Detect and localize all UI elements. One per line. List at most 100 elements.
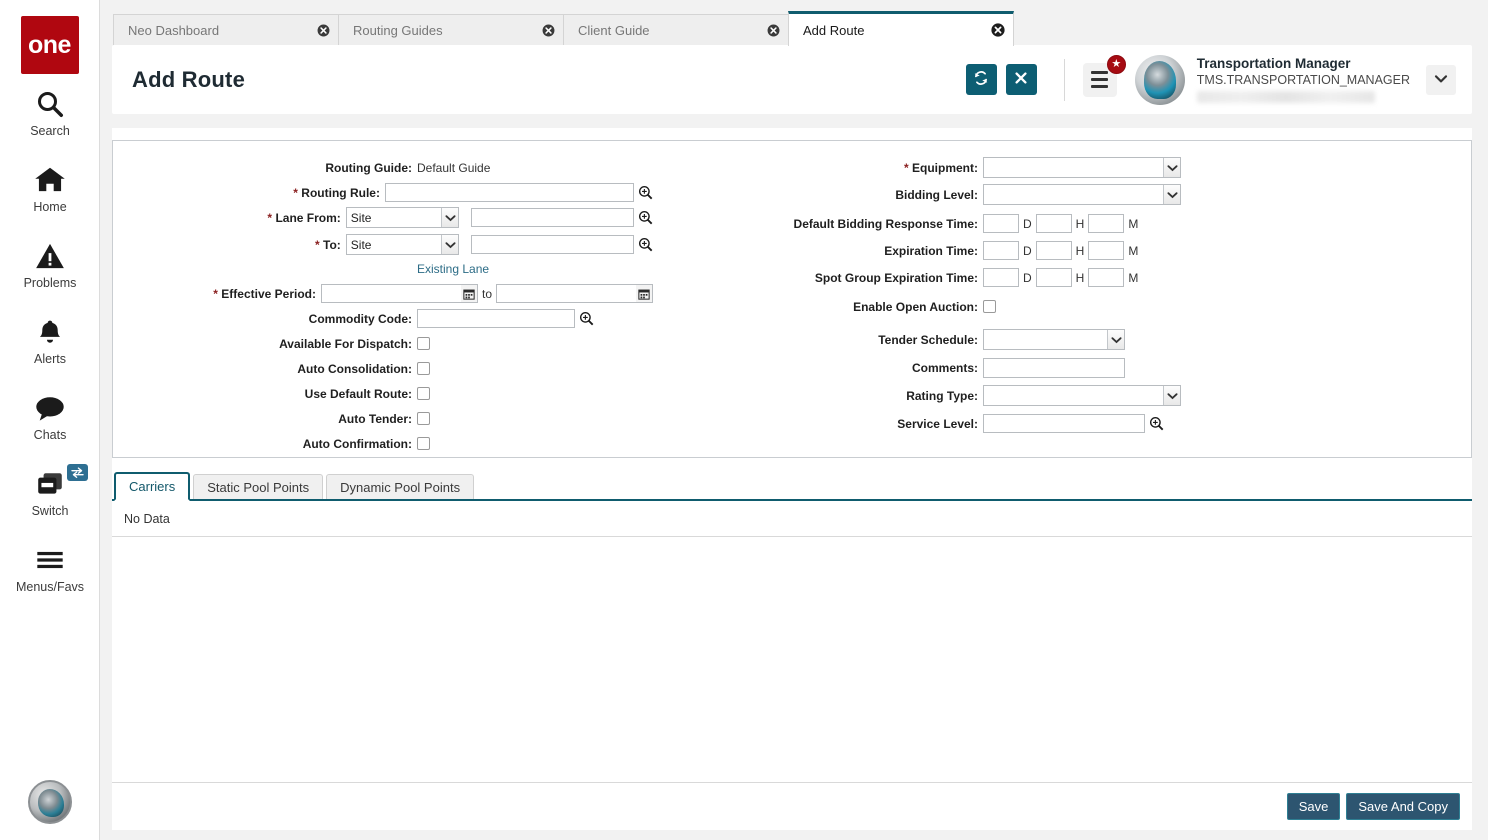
lane-from-type-select[interactable]: Site	[346, 207, 459, 228]
rail-item-home[interactable]: Home	[0, 150, 100, 226]
available-for-dispatch-checkbox[interactable]	[417, 337, 430, 350]
unit-hours: H	[1076, 244, 1085, 258]
field-use-default-route: Use Default Route:	[113, 381, 653, 406]
enable-open-auction-label: Enable Open Auction:	[853, 300, 978, 314]
rail-item-chats[interactable]: Chats	[0, 378, 100, 454]
expiration-minutes-input[interactable]	[1088, 241, 1124, 260]
tab-client-guide[interactable]: Client Guide	[563, 14, 789, 46]
expiration-hours-input[interactable]	[1036, 241, 1072, 260]
service-level-label: Service Level:	[897, 417, 978, 431]
close-icon[interactable]	[316, 24, 330, 38]
chat-icon	[34, 391, 66, 425]
field-enable-open-auction: Enable Open Auction:	[653, 294, 1471, 319]
lane-from-value-input[interactable]	[471, 208, 634, 227]
effective-to-input[interactable]	[496, 284, 636, 303]
tab-label: Client Guide	[578, 23, 766, 38]
rail-item-menus-favs[interactable]: Menus/Favs	[0, 530, 100, 606]
tab-routing-guides[interactable]: Routing Guides	[338, 14, 564, 46]
star-icon: ★	[1107, 55, 1126, 74]
search-picker-icon[interactable]	[579, 311, 594, 326]
browser-tab-strip: Neo Dashboard Routing Guides Client Guid…	[100, 0, 1488, 46]
required-marker: *	[267, 211, 272, 225]
close-icon	[1014, 71, 1028, 88]
default-bidding-minutes-input[interactable]	[1088, 214, 1124, 233]
rail-item-label: Chats	[34, 428, 67, 442]
switch-toggle-badge[interactable]	[67, 464, 88, 481]
rail-item-switch[interactable]: Switch	[0, 454, 100, 530]
tender-schedule-select[interactable]	[983, 329, 1125, 350]
rail-item-label: Problems	[24, 276, 77, 290]
use-default-route-checkbox[interactable]	[417, 387, 430, 400]
expiration-days-input[interactable]	[983, 241, 1019, 260]
app-logo[interactable]: one	[21, 16, 79, 74]
search-picker-icon[interactable]	[638, 210, 653, 225]
no-data-message: No Data	[112, 501, 1472, 537]
service-level-input[interactable]	[983, 414, 1145, 433]
home-icon	[34, 163, 66, 197]
avatar[interactable]	[1135, 55, 1185, 105]
checkbox-label: Use Default Route:	[305, 387, 412, 401]
grid-tab-label: Dynamic Pool Points	[340, 480, 460, 495]
rating-type-select[interactable]	[983, 385, 1181, 406]
user-menu-button[interactable]	[1426, 65, 1456, 95]
bidding-level-select[interactable]	[983, 184, 1181, 205]
calendar-icon[interactable]	[461, 284, 478, 303]
rail-item-problems[interactable]: Problems	[0, 226, 100, 302]
comments-input[interactable]	[983, 358, 1125, 378]
routing-rule-input[interactable]	[385, 183, 634, 202]
close-window-button[interactable]	[1006, 64, 1037, 95]
chevron-down-icon	[1434, 73, 1448, 87]
auto-consolidation-checkbox[interactable]	[417, 362, 430, 375]
save-and-copy-button[interactable]: Save And Copy	[1346, 793, 1460, 820]
warning-icon	[35, 239, 65, 273]
grid-body	[112, 537, 1472, 782]
to-value-input[interactable]	[471, 235, 634, 254]
spot-group-days-input[interactable]	[983, 268, 1019, 287]
rail-item-alerts[interactable]: Alerts	[0, 302, 100, 378]
chevron-down-icon	[1163, 386, 1180, 405]
user-name: Transportation Manager	[1197, 56, 1410, 73]
refresh-button[interactable]	[966, 64, 997, 95]
tab-add-route[interactable]: Add Route	[788, 11, 1014, 46]
default-bidding-days-input[interactable]	[983, 214, 1019, 233]
field-spot-group-expiration-time: Spot Group Expiration Time: D H M	[653, 265, 1471, 290]
unit-days: D	[1023, 244, 1032, 258]
search-picker-icon[interactable]	[638, 237, 653, 252]
save-button[interactable]: Save	[1287, 793, 1341, 820]
tab-static-pool-points[interactable]: Static Pool Points	[193, 474, 323, 499]
spot-group-minutes-input[interactable]	[1088, 268, 1124, 287]
rail-item-label: Menus/Favs	[16, 580, 84, 594]
auto-tender-checkbox[interactable]	[417, 412, 430, 425]
user-org-redacted	[1197, 91, 1375, 103]
close-icon[interactable]	[541, 24, 555, 38]
rail-item-search[interactable]: Search	[0, 74, 100, 150]
to-type-select[interactable]: Site	[346, 234, 459, 255]
rail-user-avatar[interactable]	[28, 780, 72, 824]
checkbox-label: Auto Confirmation:	[303, 437, 412, 451]
effective-from-input[interactable]	[321, 284, 461, 303]
calendar-icon[interactable]	[636, 284, 653, 303]
spot-group-hours-input[interactable]	[1036, 268, 1072, 287]
effective-period-label: Effective Period:	[221, 287, 316, 301]
user-info: Transportation Manager TMS.TRANSPORTATIO…	[1197, 56, 1410, 103]
tab-carriers[interactable]: Carriers	[114, 472, 190, 501]
equipment-select[interactable]	[983, 157, 1181, 178]
existing-lane-link[interactable]: Existing Lane	[417, 262, 489, 276]
default-bidding-hours-input[interactable]	[1036, 214, 1072, 233]
close-icon[interactable]	[766, 24, 780, 38]
to-type-value: Site	[347, 238, 441, 252]
enable-open-auction-checkbox[interactable]	[983, 300, 996, 313]
search-picker-icon[interactable]	[638, 185, 653, 200]
auto-confirmation-checkbox[interactable]	[417, 437, 430, 450]
field-service-level: Service Level:	[653, 411, 1471, 436]
tab-neo-dashboard[interactable]: Neo Dashboard	[113, 14, 339, 46]
tab-dynamic-pool-points[interactable]: Dynamic Pool Points	[326, 474, 474, 499]
field-default-bidding-response-time: Default Bidding Response Time: D H M	[653, 211, 1471, 236]
field-comments: Comments:	[653, 355, 1471, 380]
required-marker: *	[213, 287, 218, 301]
notifications-menu[interactable]: ★	[1083, 63, 1117, 97]
commodity-code-input[interactable]	[417, 309, 575, 328]
search-picker-icon[interactable]	[1149, 416, 1164, 431]
close-icon[interactable]	[991, 23, 1005, 37]
rating-type-label: Rating Type:	[906, 389, 978, 403]
